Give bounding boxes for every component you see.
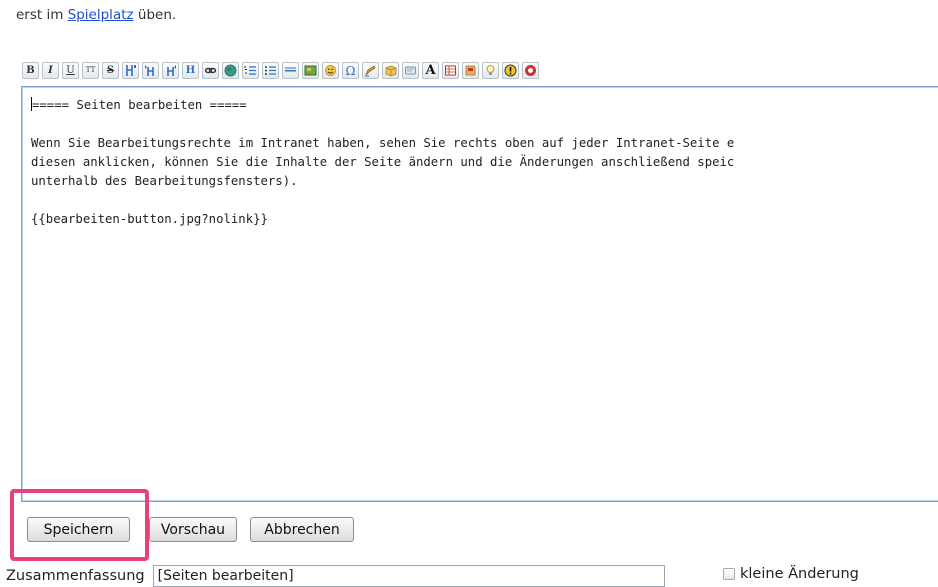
table-button[interactable] [442,62,459,79]
omega-icon: Ω [345,63,356,78]
headings-menu-button[interactable]: H [182,62,199,79]
minor-change-option[interactable]: kleine Änderung [723,566,859,582]
heading-same-icon [126,65,136,76]
globe-icon [224,64,237,77]
tip-button[interactable] [482,62,499,79]
editor-line-5: unterhalb des Bearbeitungsfensters). [31,174,298,188]
lightbulb-icon [486,65,495,75]
link-icon [204,67,217,74]
underline-button[interactable]: U [62,62,79,79]
cancel-button[interactable]: Abbrechen [250,517,354,542]
summary-input[interactable] [152,565,665,587]
summary-label: Zusammenfassung [6,568,145,584]
special-chars-button[interactable]: Ω [342,62,359,79]
box-button[interactable] [382,62,399,79]
editor-line-7: {{bearbeiten-button.jpg?nolink}} [31,212,268,226]
editor-line-3: Wenn Sie Bearbeitungsrechte im Intranet … [31,136,735,150]
note-icon [405,66,416,75]
table-icon [445,65,456,76]
summary-row: Zusammenfassung [6,565,665,587]
heading-lower-button[interactable] [142,62,159,79]
bold-button[interactable]: B [22,62,39,79]
heading-icon: H [185,64,196,76]
monospace-button[interactable]: TT [82,62,99,79]
bold-icon: B [26,64,35,76]
editor-line-4: diesen anklicken, können Sie die Inhalte… [31,155,735,169]
editor-line-1: ===== Seiten bearbeiten ===== [32,98,247,112]
heading-higher-icon [167,65,176,76]
ordered-list-button[interactable] [242,62,259,79]
heading-same-button[interactable] [122,62,139,79]
add-image-button[interactable] [302,62,319,79]
italic-icon: I [48,64,53,76]
smiley-icon [325,65,336,76]
image-icon [304,65,317,76]
minor-change-checkbox[interactable] [723,568,735,580]
intro-text: erst im Spielplatz üben. [16,7,176,23]
strikethrough-button[interactable]: S [102,62,119,79]
intro-suffix: üben. [133,7,177,23]
minor-change-label: kleine Änderung [740,566,859,582]
preview-button[interactable]: Vorschau [149,517,237,542]
wrap-icon [465,65,476,76]
strikethrough-icon: S [106,64,115,76]
stop-button[interactable] [522,62,539,79]
editor-toolbar: B I U TT S H Ω A [22,62,539,79]
box-icon [385,65,397,77]
font-icon: A [425,63,436,78]
link-button[interactable] [202,62,219,79]
pen-icon [365,65,376,77]
monospace-icon: TT [85,66,96,74]
font-button[interactable]: A [422,62,439,79]
horizontal-rule-button[interactable] [282,62,299,79]
warning-icon [504,64,517,77]
stop-icon [525,65,536,76]
unordered-list-button[interactable] [262,62,279,79]
important-button[interactable] [502,62,519,79]
external-link-button[interactable] [222,62,239,79]
italic-button[interactable]: I [42,62,59,79]
wrap-button[interactable] [462,62,479,79]
heading-lower-icon [145,65,154,76]
horizontal-rule-icon [285,67,296,72]
underline-icon: U [66,64,75,76]
note-button[interactable] [402,62,419,79]
ordered-list-icon [244,66,256,75]
smileys-button[interactable] [322,62,339,79]
heading-higher-button[interactable] [162,62,179,79]
editor-content: ===== Seiten bearbeiten ===== Wenn Sie B… [31,96,734,229]
unordered-list-icon [265,66,276,75]
save-highlight-box [10,489,149,561]
editor-textarea[interactable]: ===== Seiten bearbeiten ===== Wenn Sie B… [21,86,938,502]
signature-button[interactable] [362,62,379,79]
spielplatz-link[interactable]: Spielplatz [68,7,134,23]
intro-prefix: erst im [16,7,68,23]
